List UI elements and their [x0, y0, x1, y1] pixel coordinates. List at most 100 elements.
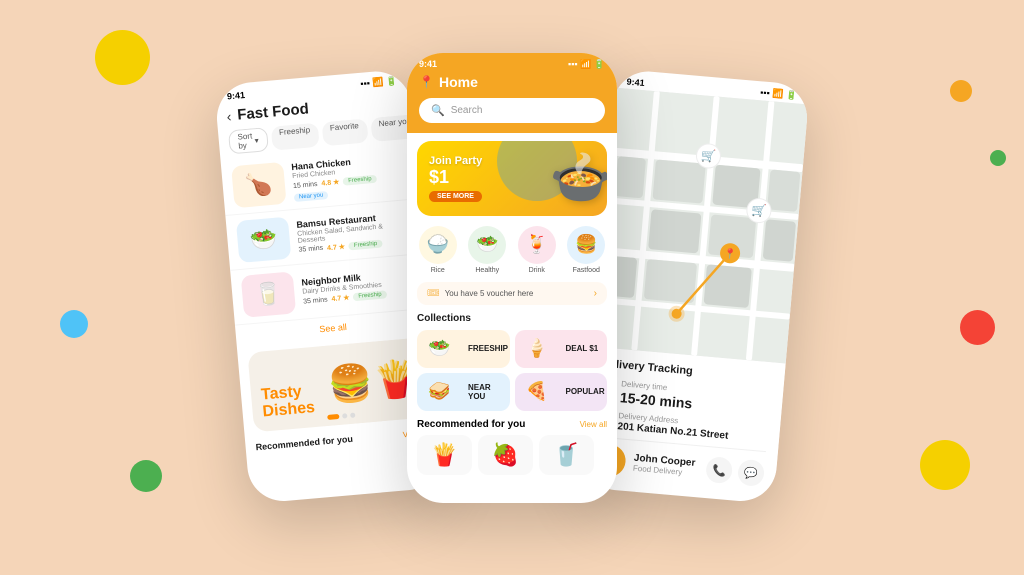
lp-restaurant-3-badge: Freeship	[353, 290, 387, 301]
lp-restaurant-2-rating: 4.7 ★	[327, 242, 346, 252]
cp-promo-banner[interactable]: Join Party $1 SEE MORE 🍲	[417, 141, 607, 216]
lp-food-img-2: 🥗	[236, 216, 291, 262]
rp-map: 🛒 🛒 📍	[591, 87, 808, 363]
lp-restaurant-2-badge: Freeship	[349, 239, 383, 250]
cp-rec-title: Recommended for you	[417, 419, 525, 430]
cp-categories: 🍚 Rice 🥗 Healthy 🍹 Drink 🍔 Fastfood	[417, 226, 607, 274]
deco-circle-orange-tr	[950, 80, 972, 102]
lp-restaurant-2-time: 35 mins	[298, 244, 323, 253]
lp-status-icons: ▪▪▪ 📶 🔋	[360, 75, 398, 89]
cp-cat-drink-icon: 🍹	[518, 226, 556, 264]
lp-restaurant-1-badge: Freeship	[343, 174, 377, 185]
lp-dot-3	[350, 412, 355, 417]
cp-recommended-header: Recommended for you View all	[417, 419, 607, 430]
cp-time: 9:41	[419, 59, 437, 69]
cp-rec-img-1: 🍟	[417, 435, 472, 475]
lp-recommended-title: Recommended for you	[255, 433, 353, 451]
deco-circle-yellow-tl	[95, 30, 150, 85]
cp-coll-deal-label: DEAL $1	[560, 344, 605, 353]
cp-coll-nearyou[interactable]: 🥪 NEAR YOU	[417, 373, 510, 411]
cp-coll-freeship[interactable]: 🥗 FREESHIP	[417, 330, 510, 368]
phones-container: 9:41 ▪▪▪ 📶 🔋 ‹ Fast Food Sort by ▾ Frees…	[212, 63, 812, 513]
lp-food-img-3: 🥛	[241, 271, 296, 317]
lp-time: 9:41	[227, 89, 246, 101]
cp-coll-deal[interactable]: 🍦 DEAL $1	[515, 330, 608, 368]
lp-food-img-1: 🍗	[231, 161, 286, 207]
cp-rec-items: 🍟 🍓 🥤	[417, 435, 607, 475]
rp-map-svg: 🛒 🛒 📍	[591, 87, 808, 363]
cp-cat-healthy[interactable]: 🥗 Healthy	[467, 226, 509, 274]
cp-search-bar[interactable]: 🔍 Search	[419, 98, 605, 123]
cp-cat-fastfood-label: Fastfood	[573, 267, 600, 274]
cp-rec-item-3[interactable]: 🥤	[539, 435, 594, 475]
cp-cat-fastfood-icon: 🍔	[567, 226, 605, 264]
cp-title-row: 📍 Home	[419, 74, 605, 90]
lp-restaurant-2-info: Bamsu Restaurant Chicken Salad, Sandwich…	[296, 209, 414, 254]
rp-chat-button[interactable]: 💬	[737, 458, 765, 486]
lp-tag-favorite[interactable]: Favorite	[321, 118, 368, 146]
cp-cat-rice-label: Rice	[431, 267, 445, 274]
cp-voucher-text: You have 5 voucher here	[445, 289, 534, 298]
lp-tag-freeship[interactable]: Freeship	[270, 122, 319, 150]
lp-banner-text: Tasty Dishes	[260, 381, 315, 421]
cp-coll-nearyou-label: NEAR YOU	[462, 383, 510, 401]
lp-restaurant-3-time: 35 mins	[303, 295, 328, 304]
cp-cat-drink[interactable]: 🍹 Drink	[516, 226, 558, 274]
cp-coll-popular-label: POPULAR	[560, 387, 608, 396]
rp-phone-button[interactable]: 📞	[705, 456, 733, 484]
cp-collections-grid: 🥗 FREESHIP 🍦 DEAL $1 🥪 NEAR YOU 🍕 POPULA…	[417, 330, 607, 411]
cp-voucher-icon: 🎟	[427, 288, 440, 299]
cp-coll-deal-img: 🍦	[515, 330, 560, 368]
svg-text:🛒: 🛒	[751, 202, 767, 217]
cp-cat-fastfood[interactable]: 🍔 Fastfood	[566, 226, 608, 274]
cp-cat-rice[interactable]: 🍚 Rice	[417, 226, 459, 274]
cp-voucher-arrow: ›	[594, 288, 597, 299]
lp-dot-2	[342, 413, 347, 418]
cp-cat-drink-label: Drink	[529, 267, 545, 274]
svg-text:🛒: 🛒	[700, 148, 716, 163]
cp-search-placeholder: Search	[451, 105, 483, 116]
lp-sort-button[interactable]: Sort by ▾	[228, 127, 269, 154]
cp-coll-freeship-img: 🥗	[417, 330, 462, 368]
deco-circle-green-bl	[130, 460, 162, 492]
cp-rec-img-3: 🥤	[539, 435, 594, 475]
lp-banner[interactable]: Tasty Dishes 🍔🍟	[247, 337, 428, 432]
lp-restaurant-1-near: Near you	[294, 191, 329, 202]
rp-status-icons: ▪▪▪ 📶 🔋	[760, 87, 798, 101]
phone-center: 9:41 ▪▪▪ 📶 🔋 📍 Home 🔍 Search Join Party …	[407, 53, 617, 503]
lp-restaurant-1-time: 15 mins	[293, 180, 318, 189]
cp-rec-img-2: 🍓	[478, 435, 533, 475]
deco-circle-blue-ml	[60, 310, 88, 338]
rp-time: 9:41	[626, 76, 645, 88]
cp-promo-food: 🍲	[550, 149, 607, 208]
rp-delivery-address-info: Delivery Address 201 Katian No.21 Street	[617, 411, 730, 442]
lp-restaurant-3-rating: 4.7 ★	[331, 293, 350, 303]
lp-restaurant-1-info: Hana Chicken Fried Chicken 15 mins 4.8 ★…	[291, 152, 409, 202]
cp-status-icons: ▪▪▪ 📶 🔋	[568, 59, 605, 70]
lp-restaurant-3-info: Neighbor Milk Dairy Drinks & Smoothies 3…	[301, 267, 418, 305]
cp-rec-item-1[interactable]: 🍟	[417, 435, 472, 475]
cp-cat-healthy-icon: 🥗	[468, 226, 506, 264]
cp-location-icon: 📍	[419, 75, 434, 89]
deco-circle-yellow-br	[920, 440, 970, 490]
lp-restaurant-1-rating: 4.8 ★	[321, 178, 340, 188]
cp-voucher-bar[interactable]: 🎟 You have 5 voucher here ›	[417, 282, 607, 305]
rp-driver-info: John Cooper Food Delivery	[633, 452, 699, 478]
lp-page-title: Fast Food	[237, 100, 310, 123]
cp-rec-item-2[interactable]: 🍓	[478, 435, 533, 475]
lp-back-button[interactable]: ‹	[226, 107, 232, 123]
cp-voucher-left: 🎟 You have 5 voucher here	[427, 288, 533, 299]
cp-search-icon: 🔍	[431, 104, 445, 117]
deco-circle-red-mr	[960, 310, 995, 345]
rp-delivery-time-info: Delivery time 15-20 mins	[619, 379, 693, 411]
cp-collections-title: Collections	[417, 313, 607, 324]
cp-coll-nearyou-img: 🥪	[417, 373, 462, 411]
cp-view-all[interactable]: View all	[580, 420, 607, 429]
cp-header: 9:41 ▪▪▪ 📶 🔋 📍 Home 🔍 Search	[407, 53, 617, 133]
deco-circle-green-tr	[990, 150, 1006, 166]
cp-cat-rice-icon: 🍚	[419, 226, 457, 264]
cp-promo-button[interactable]: SEE MORE	[429, 191, 482, 202]
cp-coll-popular[interactable]: 🍕 POPULAR	[515, 373, 608, 411]
cp-body: Join Party $1 SEE MORE 🍲 🍚 Rice 🥗 Health…	[407, 133, 617, 483]
cp-page-title: Home	[439, 74, 478, 90]
